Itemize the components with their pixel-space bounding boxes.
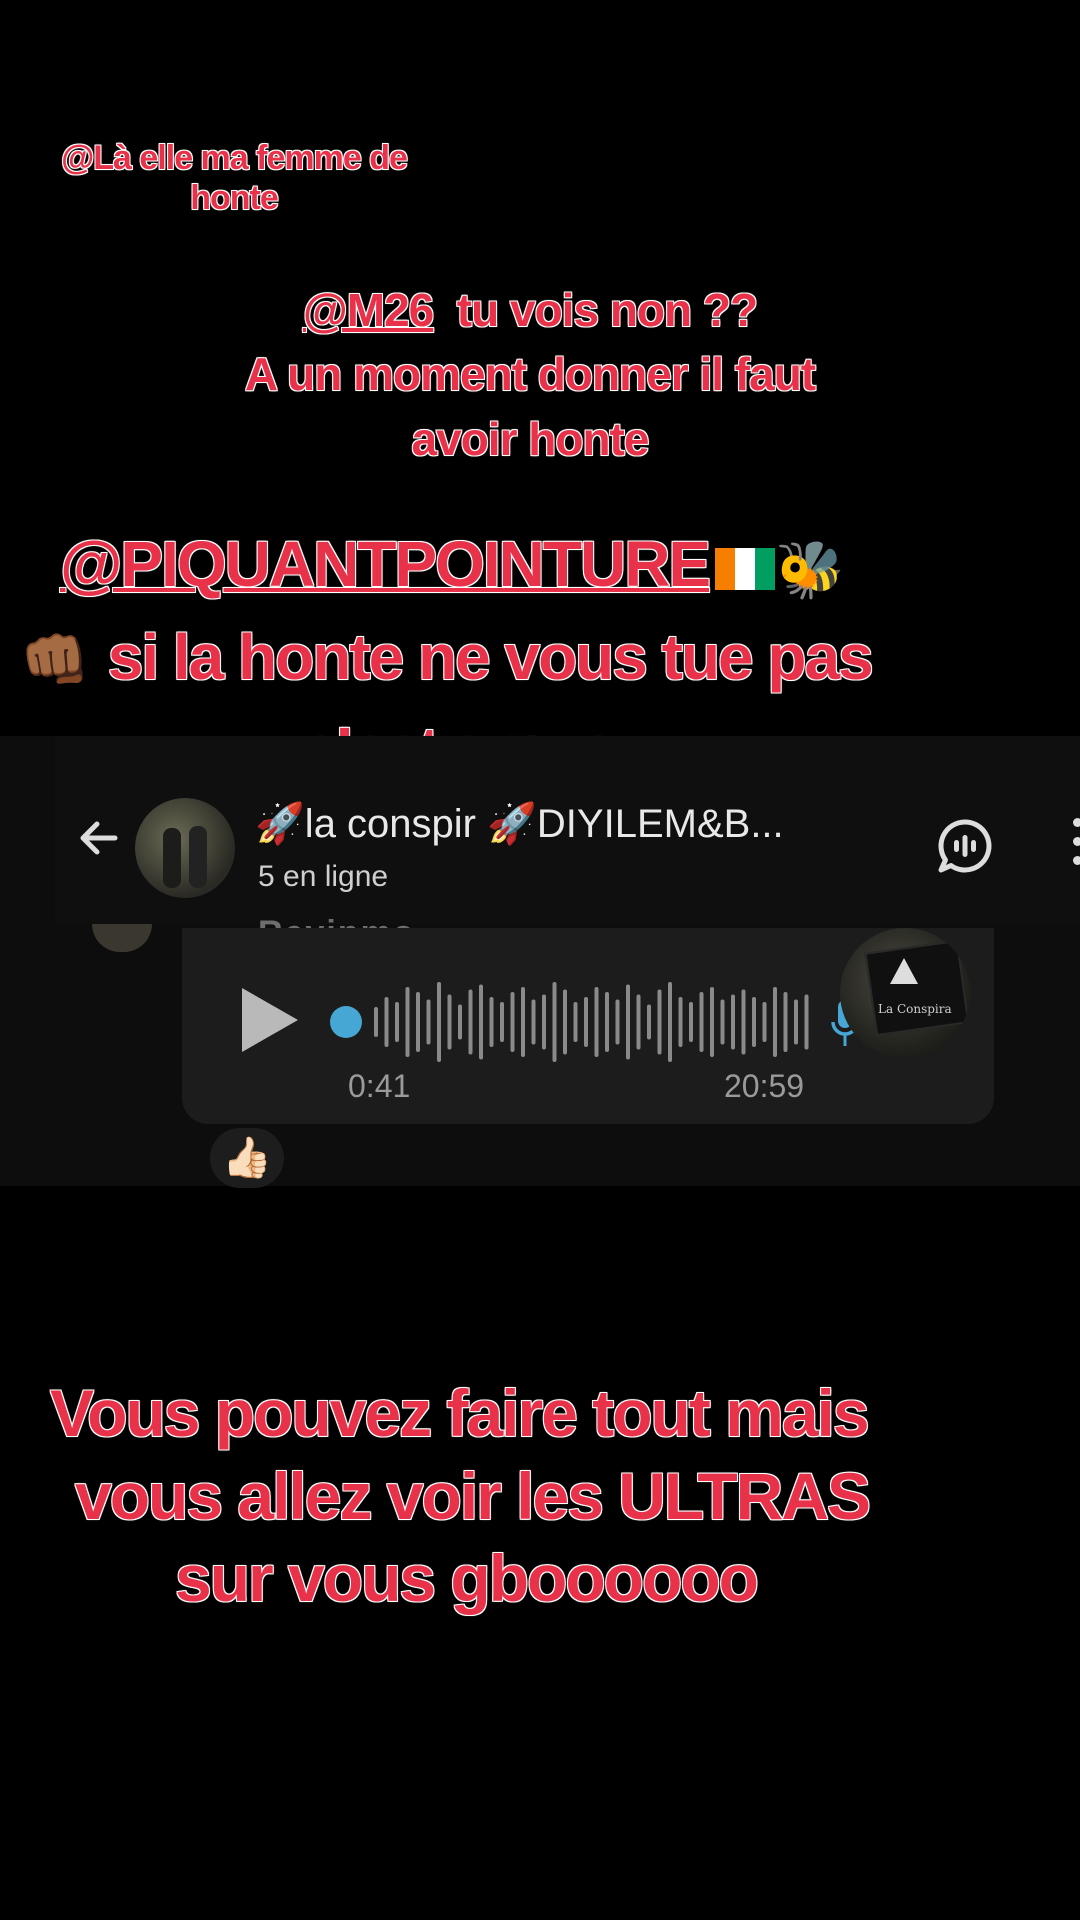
- waveform-bar: [699, 992, 704, 1052]
- waveform-bar: [731, 994, 735, 1050]
- waveform-bar: [594, 987, 599, 1057]
- group-name[interactable]: 🚀la conspir 🚀DIYILEM&B...: [255, 800, 784, 847]
- waveform-bar: [395, 1002, 399, 1042]
- waveform-bar: [741, 989, 746, 1055]
- waveform-bar: [384, 997, 389, 1047]
- message-time: 20:59: [724, 1068, 805, 1104]
- caption-1-line-2: honte: [189, 178, 279, 218]
- waveform-bar: [437, 982, 441, 1062]
- waveform-bar: [762, 1002, 767, 1042]
- caption-3-line-1: @PIQUANTPOINTURE 🐝: [20, 518, 1000, 611]
- voice-duration: 0:41: [348, 1068, 411, 1104]
- waveform-bar: [374, 1007, 378, 1037]
- caption-4-line-1: Vous pouvez faire tout mais: [49, 1375, 870, 1450]
- waveform-bar: [458, 1004, 462, 1040]
- caption-4-line-3: sur vous gboooooo: [174, 1540, 759, 1615]
- caption-3-line-2-text: si la honte ne vous tue pas: [107, 620, 874, 694]
- waveform-bar: [668, 982, 672, 1062]
- back-arrow-icon[interactable]: [75, 814, 123, 871]
- waveform-bar: [752, 997, 756, 1047]
- caption-1-line-1: @Là elle ma femme de: [60, 138, 408, 178]
- waveform-bar: [720, 999, 725, 1045]
- progress-dot[interactable]: [330, 1006, 362, 1038]
- waveform-bar: [552, 982, 557, 1062]
- fist-icon: 👊🏾: [20, 627, 90, 691]
- waveform-bar: [605, 992, 609, 1052]
- sender-avatar[interactable]: La Conspira: [840, 928, 970, 1058]
- waveform-bar: [636, 994, 641, 1050]
- waveform-bar: [531, 999, 536, 1045]
- waveform-bar: [500, 1002, 504, 1042]
- waveform-bar: [584, 997, 588, 1047]
- waveform-bar: [804, 994, 809, 1050]
- waveform-bar: [563, 989, 567, 1055]
- waveform-bar: [479, 984, 483, 1060]
- bee-icon: 🐝: [775, 537, 845, 601]
- sender-avatar-text: La Conspira: [878, 1002, 952, 1016]
- mention-piquantpointure[interactable]: @PIQUANTPOINTURE: [59, 527, 712, 601]
- conspiracy-logo-icon: [890, 958, 918, 984]
- waveform-bar: [773, 987, 777, 1057]
- waveform-bar: [783, 992, 788, 1052]
- waveform-bar: [710, 987, 714, 1057]
- caption-2-line-1-rest: tu vois non ??: [433, 283, 759, 337]
- waveform-bar: [510, 992, 515, 1052]
- waveform-bar: [468, 989, 473, 1055]
- waveform-bar: [447, 994, 452, 1050]
- waveform-bar: [678, 997, 683, 1047]
- reaction-thumbs-up[interactable]: 👍🏻: [210, 1128, 284, 1188]
- waveform-bar: [626, 984, 630, 1060]
- waveform-bar: [657, 989, 662, 1055]
- caption-2-line-3: avoir honte: [411, 412, 650, 466]
- ivory-coast-flag-icon: [715, 548, 776, 591]
- caption-3-line-2: 👊🏾 si la honte ne vous tue pas: [20, 611, 1000, 704]
- caption-4: Vous pouvez faire tout mais vous allez v…: [30, 1372, 970, 1620]
- waveform-bar: [489, 997, 494, 1047]
- caption-4-line-2: vous allez voir les ULTRAS: [74, 1458, 872, 1533]
- voice-chat-icon[interactable]: [935, 816, 992, 873]
- waveform-bar: [426, 999, 431, 1045]
- waveform-bar: [573, 1002, 578, 1042]
- waveform-bar: [615, 999, 620, 1045]
- waveform-bar: [521, 987, 525, 1057]
- more-vertical-icon[interactable]: [1073, 818, 1080, 878]
- waveform-bar: [416, 992, 420, 1052]
- sender-avatar-flag: [864, 939, 970, 1037]
- waveform-bar: [689, 1002, 693, 1042]
- waveform-bar: [647, 1004, 651, 1040]
- waveform-bar: [794, 999, 798, 1045]
- peer-avatar: [92, 924, 152, 952]
- group-avatar[interactable]: [135, 798, 235, 898]
- mention-m26[interactable]: @M26: [302, 283, 435, 337]
- chat-header: 🚀la conspir 🚀DIYILEM&B... 5 en ligne: [55, 736, 1080, 924]
- waveform-bar: [542, 994, 546, 1050]
- online-status: 5 en ligne: [258, 860, 389, 893]
- caption-2-line-1: @M26 tu vois non ??: [180, 278, 880, 342]
- play-icon[interactable]: [242, 988, 298, 1052]
- caption-2-line-2: A un moment donner il faut: [244, 348, 817, 402]
- caption-2: @M26 tu vois non ?? A un moment donner i…: [180, 278, 880, 471]
- caption-1: @Là elle ma femme de honte: [14, 138, 454, 218]
- waveform-bar: [405, 987, 410, 1057]
